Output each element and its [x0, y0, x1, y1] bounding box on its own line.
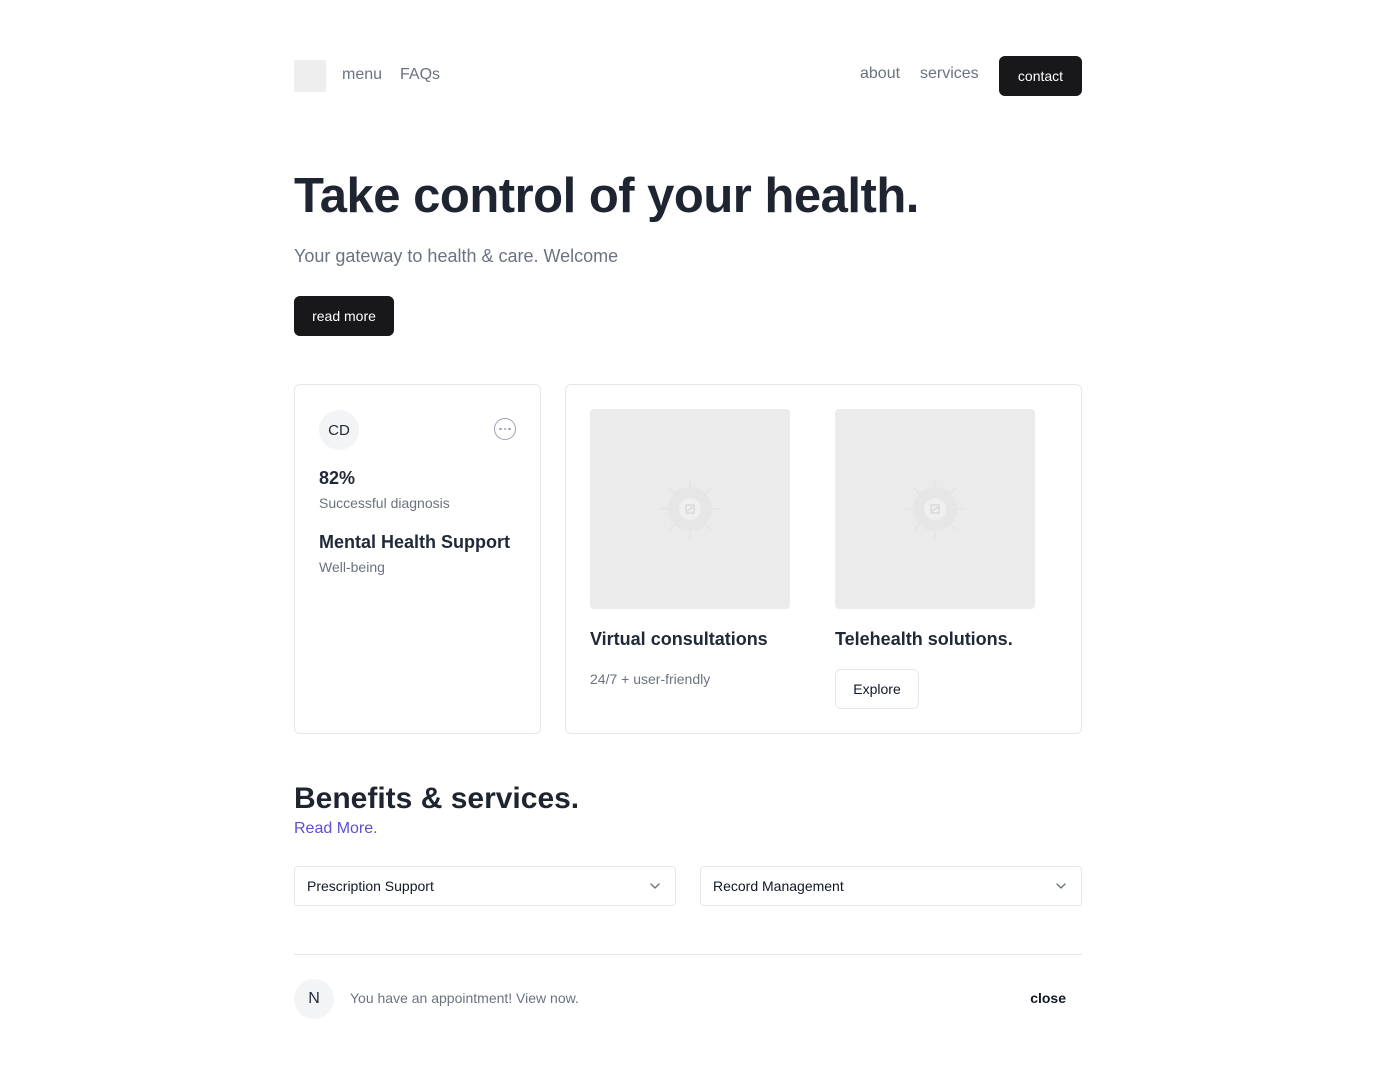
top-navigation: menu FAQs about services contact	[294, 56, 1082, 96]
image-placeholder-icon	[905, 479, 965, 539]
feature-title-virtual-consultations: Virtual consultations	[590, 629, 768, 649]
image-placeholder	[590, 409, 790, 609]
image-placeholder-icon	[660, 479, 720, 539]
select-label: Prescription Support	[307, 878, 434, 894]
stat-value: 82%	[319, 468, 356, 488]
notification-text[interactable]: You have an appointment! View now.	[350, 990, 579, 1006]
avatar: CD	[319, 410, 359, 450]
logo[interactable]	[294, 60, 326, 92]
stat-label: Successful diagnosis	[319, 495, 450, 511]
chevron-down-icon	[1056, 883, 1066, 889]
read-more-link[interactable]: Read More.	[294, 820, 378, 838]
hero-title: Take control of your health.	[294, 169, 919, 223]
nav-link-services[interactable]: services	[920, 65, 979, 83]
more-horizontal-icon[interactable]	[494, 418, 516, 440]
benefits-title: Benefits & services.	[294, 782, 580, 815]
nav-link-about[interactable]: about	[860, 65, 900, 83]
features-card: Virtual consultations 24/7 + user-friend…	[565, 384, 1082, 734]
record-management-select[interactable]: Record Management	[700, 866, 1082, 906]
chevron-down-icon	[650, 883, 660, 889]
nav-link-menu[interactable]: menu	[342, 66, 382, 84]
nav-link-faqs[interactable]: FAQs	[400, 66, 440, 84]
select-label: Record Management	[713, 878, 844, 894]
notification-avatar: N	[294, 979, 334, 1019]
divider	[294, 954, 1082, 955]
prescription-support-select[interactable]: Prescription Support	[294, 866, 676, 906]
explore-button[interactable]: Explore	[835, 669, 919, 709]
close-button[interactable]: close	[1030, 990, 1066, 1006]
stat-card: CD 82% Successful diagnosis Mental Healt…	[294, 384, 541, 734]
hero-subtitle: Your gateway to health & care. Welcome	[294, 246, 619, 266]
image-placeholder	[835, 409, 1035, 609]
contact-button[interactable]: contact	[999, 56, 1082, 96]
card-subtitle: Well-being	[319, 559, 385, 575]
read-more-button[interactable]: read more	[294, 296, 394, 336]
card-title: Mental Health Support	[319, 532, 511, 552]
page: menu FAQs about services contact Take co…	[294, 0, 1082, 1075]
feature-title-telehealth-solutions: Telehealth solutions.	[835, 629, 1013, 649]
feature-subtitle: 24/7 + user-friendly	[590, 671, 711, 687]
